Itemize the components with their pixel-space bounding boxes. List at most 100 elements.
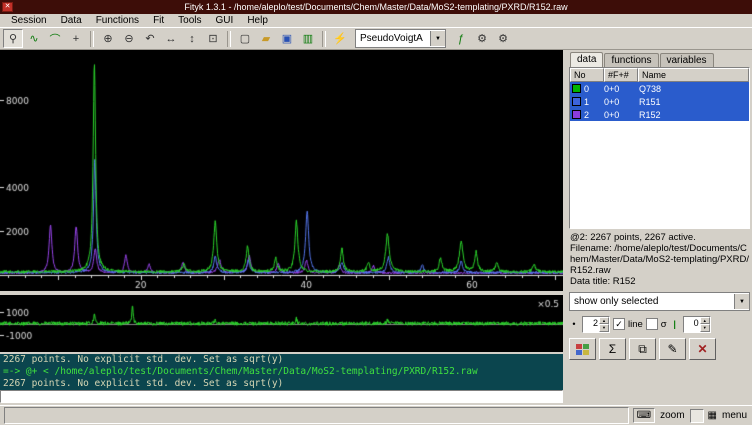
console-line: 2267 points. No explicit std. dev. Set a… xyxy=(3,378,560,390)
auto-add-icon: ⚡ xyxy=(333,32,347,45)
filter-dropdown[interactable]: show only selected ▼ xyxy=(569,292,750,311)
data-row-number: 0 xyxy=(583,84,602,94)
dataset-title: Data title: R152 xyxy=(570,276,749,287)
range-mode-button[interactable]: ∿ xyxy=(24,29,44,48)
auxiliary-plot[interactable] xyxy=(0,295,563,352)
spin-down-icon[interactable]: ▼ xyxy=(700,324,710,332)
close-icon: ✕ xyxy=(5,3,11,10)
copy-data-button[interactable]: ⧉ xyxy=(629,338,656,360)
zoom-mode-button[interactable]: ⚲ xyxy=(3,29,23,48)
add-function-icon: ƒ xyxy=(458,33,464,45)
sigma-icon: Σ xyxy=(609,342,616,356)
tab-data[interactable]: data xyxy=(570,52,603,67)
menu-gui[interactable]: GUI xyxy=(209,15,241,26)
toolbar-separator xyxy=(90,31,94,47)
dataset-filename: Filename: /home/aleplo/test/Documents/Ch… xyxy=(570,243,749,276)
spin-up-icon[interactable]: ▲ xyxy=(599,317,609,325)
line-checkbox-label: line xyxy=(628,319,643,330)
edit-data-button[interactable]: ✎ xyxy=(659,338,686,360)
range-mode-icon: ∿ xyxy=(29,32,38,45)
toolbar: ⚲ ∿ ⌒ + ⊕ ⊖ ↶ ↔ ↕ ⊡ ▢▰ ▣ ▥ ⚡ PseudoVoigtA ▼ ƒ ⚙⚙ xyxy=(0,27,752,50)
status-menu-button[interactable]: menu xyxy=(721,410,748,421)
data-color-swatch[interactable] xyxy=(572,84,581,93)
data-color-swatch[interactable] xyxy=(572,110,581,119)
open-file-button[interactable]: ▰ xyxy=(256,29,276,48)
sidebar-tabs: data functions variables xyxy=(569,51,750,67)
point-size-stepper[interactable]: 2 ▲ ▼ xyxy=(582,316,610,333)
sidebar: data functions variables No #F+# Name 00… xyxy=(567,50,752,405)
save-session-icon: ▣ xyxy=(282,32,292,45)
data-row-name: Q738 xyxy=(636,84,749,94)
fit-settings-button[interactable]: ⚙ xyxy=(472,29,492,48)
window-title: Fityk 1.3.1 - /home/aleplo/test/Document… xyxy=(184,2,567,12)
filter-dropdown-value: show only selected xyxy=(570,296,663,307)
statistics-button[interactable]: Σ xyxy=(599,338,626,360)
column-header-functions[interactable]: #F+# xyxy=(604,68,638,82)
zoom-indicator[interactable] xyxy=(690,409,704,423)
menu-fit[interactable]: Fit xyxy=(146,15,171,26)
data-row[interactable]: 20+0R152 xyxy=(570,108,749,121)
statusbar: ⌨ zoom ▦ menu xyxy=(0,405,752,425)
data-row-name: R152 xyxy=(636,110,749,120)
main-plot[interactable] xyxy=(0,50,563,291)
chevron-down-icon[interactable]: ▼ xyxy=(734,294,749,309)
data-row[interactable]: 00+0Q738 xyxy=(570,82,749,95)
menu-functions[interactable]: Functions xyxy=(89,15,146,26)
zoom-mode-icon: ⚲ xyxy=(9,32,17,45)
shift-value: 0 xyxy=(684,317,700,332)
zoom-horiz-button[interactable]: ↔ xyxy=(161,29,181,48)
column-header-no[interactable]: No xyxy=(570,68,604,82)
zoom-prev-icon: ↶ xyxy=(145,32,154,45)
delete-data-button[interactable]: ✕ xyxy=(689,338,716,360)
shift-stepper[interactable]: 0 ▲ ▼ xyxy=(683,316,711,333)
zoom-all-button[interactable]: ⊡ xyxy=(203,29,223,48)
menu-help[interactable]: Help xyxy=(240,15,275,26)
tab-variables[interactable]: variables xyxy=(660,53,714,67)
output-console: 2267 points. No explicit std. dev. Set a… xyxy=(0,354,563,390)
zoom-vert-button[interactable]: ↕ xyxy=(182,29,202,48)
sigma-checkbox-label: σ xyxy=(661,319,667,330)
add-peak-mode-icon: ⌒ xyxy=(50,31,61,47)
point-size-value: 2 xyxy=(583,317,599,332)
menu-session[interactable]: Session xyxy=(4,15,54,26)
spin-down-icon[interactable]: ▼ xyxy=(599,324,609,332)
zoom-out-icon: ⊖ xyxy=(124,32,133,45)
spin-up-icon[interactable]: ▲ xyxy=(700,317,710,325)
new-session-button[interactable]: ▢ xyxy=(235,29,255,48)
point-size-icon: • xyxy=(569,319,579,329)
dataset-points: @2: 2267 points, 2267 active. xyxy=(570,232,749,243)
window-close-button[interactable]: ✕ xyxy=(2,2,13,12)
export-image-button[interactable]: ▥ xyxy=(298,29,318,48)
zoom-in-button[interactable]: ⊕ xyxy=(98,29,118,48)
table-icon xyxy=(576,344,589,355)
column-header-name[interactable]: Name xyxy=(638,68,749,82)
save-session-button[interactable]: ▣ xyxy=(277,29,297,48)
zoom-out-button[interactable]: ⊖ xyxy=(119,29,139,48)
add-peak-mode-button[interactable]: ⌒ xyxy=(45,29,65,48)
data-color-swatch[interactable] xyxy=(572,97,581,106)
data-table-button[interactable] xyxy=(569,338,596,360)
function-type-combo[interactable]: PseudoVoigtA ▼ xyxy=(355,29,446,48)
sigma-checkbox[interactable] xyxy=(646,318,658,330)
titlebar: ✕ Fityk 1.3.1 - /home/aleplo/test/Docume… xyxy=(0,0,752,14)
activate-data-mode-button[interactable]: + xyxy=(66,29,86,48)
menu-data[interactable]: Data xyxy=(54,15,89,26)
line-checkbox[interactable]: ✓ xyxy=(613,318,625,330)
add-function-button[interactable]: ƒ xyxy=(451,29,471,48)
menu-tools[interactable]: Tools xyxy=(171,15,208,26)
tab-functions[interactable]: functions xyxy=(604,53,658,67)
zoom-label[interactable]: zoom xyxy=(659,410,685,421)
data-row[interactable]: 10+0R151 xyxy=(570,95,749,108)
display-controls: • 2 ▲ ▼ ✓ line σ | 0 ▲ ▼ xyxy=(569,315,750,333)
console-line: 2267 points. No explicit std. dev. Set a… xyxy=(3,354,560,366)
auto-add-button[interactable]: ⚡ xyxy=(330,29,350,48)
input-mode-indicator: ⌨ xyxy=(633,408,655,423)
zoom-vert-icon: ↕ xyxy=(189,33,195,45)
zoom-prev-button[interactable]: ↶ xyxy=(140,29,160,48)
menu-grid-icon: ▦ xyxy=(708,410,717,421)
data-list[interactable]: No #F+# Name 00+0Q73810+0R15120+0R152 xyxy=(569,67,750,229)
chevron-down-icon[interactable]: ▼ xyxy=(430,31,445,46)
settings-gears-button[interactable]: ⚙ xyxy=(493,29,513,48)
activate-data-mode-icon: + xyxy=(73,33,79,45)
command-input[interactable] xyxy=(0,390,563,403)
